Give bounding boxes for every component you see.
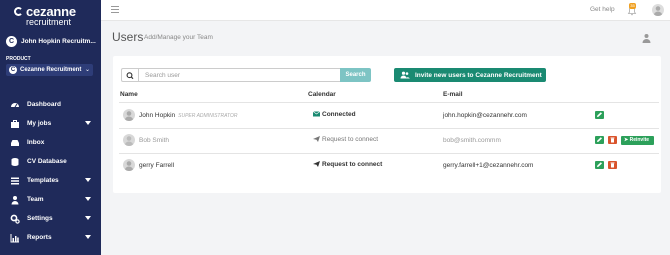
sidebar: cezanne recruitment C John Hopkin Recrui… bbox=[0, 0, 101, 255]
table-row: Bob Smith Request to connect bob@smith.c… bbox=[113, 128, 661, 153]
sidebar-item-dashboard[interactable]: Dashboard bbox=[0, 96, 101, 115]
invite-users-label: Invite new users to Cezanne Recruitment bbox=[415, 71, 542, 79]
calendar-status[interactable]: Request to connect bbox=[313, 161, 382, 168]
chevron-down-icon bbox=[85, 197, 91, 201]
edit-button[interactable] bbox=[595, 136, 604, 144]
sidebar-item-label: Settings bbox=[27, 215, 53, 222]
chevron-down-icon bbox=[85, 178, 91, 182]
reports-icon bbox=[10, 233, 20, 243]
user-name-text: Bob Smith bbox=[139, 137, 169, 144]
user-avatar[interactable] bbox=[652, 4, 664, 16]
brand-sub: recruitment bbox=[26, 17, 72, 27]
user-name-text: gerry Farrell bbox=[139, 162, 175, 169]
notification-badge: 35 bbox=[629, 3, 636, 9]
cezanne-logo-icon bbox=[14, 7, 23, 16]
calendar-status: Connected bbox=[312, 111, 356, 118]
chevron-down-icon bbox=[85, 235, 91, 239]
get-help-link[interactable]: Get help bbox=[590, 6, 615, 13]
sidebar-item-label: Team bbox=[27, 196, 44, 203]
user-name: gerry Farrell bbox=[139, 162, 174, 169]
sidebar-nav: Dashboard My jobs Inbox CV Database Temp… bbox=[0, 96, 101, 248]
chevron-down-icon: ⌄ bbox=[84, 67, 90, 73]
sidebar-item-label: CV Database bbox=[27, 158, 67, 165]
user-profile-icon[interactable] bbox=[642, 33, 651, 43]
user-email: gerry.farrell+1@cezannehr.com bbox=[443, 162, 534, 169]
reinvite-label: Reinvite bbox=[629, 136, 650, 143]
sidebar-item-cv-database[interactable]: CV Database bbox=[0, 153, 101, 172]
edit-button[interactable] bbox=[595, 111, 604, 119]
calendar-status-text: Request to connect bbox=[322, 136, 379, 143]
edit-button[interactable] bbox=[595, 161, 604, 169]
search-box: Search bbox=[121, 68, 379, 82]
user-email: bob@smith.commm bbox=[443, 137, 501, 144]
brand-logo[interactable]: cezanne recruitment bbox=[14, 4, 94, 28]
column-header-name: Name bbox=[120, 91, 138, 98]
user-name-text: John Hopkin bbox=[139, 112, 176, 119]
product-select-value: Cezanne Recruitment bbox=[20, 66, 82, 73]
sidebar-item-label: My jobs bbox=[27, 120, 52, 127]
paper-plane-icon bbox=[313, 136, 320, 142]
user-role: SUPER ADMINISTRATOR bbox=[178, 113, 238, 119]
product-label: PRODUCT bbox=[6, 56, 31, 62]
delete-button[interactable] bbox=[608, 161, 617, 169]
sidebar-item-label: Inbox bbox=[27, 139, 45, 146]
sidebar-item-settings[interactable]: Settings bbox=[0, 210, 101, 229]
page-title: Users bbox=[112, 30, 144, 44]
sidebar-item-inbox[interactable]: Inbox bbox=[0, 134, 101, 153]
paper-plane-icon: ➤ bbox=[624, 136, 629, 143]
user-name: Bob Smith bbox=[139, 137, 169, 144]
chevron-down-icon bbox=[85, 121, 91, 125]
avatar bbox=[123, 109, 135, 121]
product-select[interactable]: C Cezanne Recruitment ⌄ bbox=[6, 64, 93, 76]
company-logo-icon: C bbox=[6, 36, 17, 47]
sidebar-item-label: Templates bbox=[27, 177, 59, 184]
calendar-status-text: Request to connect bbox=[322, 161, 383, 168]
dashboard-icon bbox=[10, 100, 20, 110]
users-icon bbox=[400, 71, 410, 79]
company-switcher[interactable]: C John Hopkin Recruitm... bbox=[6, 36, 98, 48]
invite-users-button[interactable]: Invite new users to Cezanne Recruitment bbox=[394, 68, 546, 82]
sidebar-item-label: Dashboard bbox=[27, 101, 61, 108]
sidebar-item-my-jobs[interactable]: My jobs bbox=[0, 115, 101, 134]
hamburger-menu-icon[interactable] bbox=[111, 6, 119, 13]
envelope-icon bbox=[312, 111, 321, 117]
templates-icon bbox=[10, 176, 20, 186]
search-input[interactable] bbox=[138, 68, 341, 82]
column-header-email: E-mail bbox=[443, 91, 463, 98]
paper-plane-icon bbox=[313, 161, 320, 167]
sidebar-item-templates[interactable]: Templates bbox=[0, 172, 101, 191]
inbox-icon bbox=[10, 138, 20, 148]
reinvite-button[interactable]: ➤ Reinvite bbox=[621, 135, 654, 145]
column-header-calendar: Calendar bbox=[308, 91, 336, 98]
user-email: john.hopkin@cezannehr.com bbox=[443, 112, 527, 119]
settings-icon bbox=[10, 214, 20, 224]
briefcase-icon bbox=[10, 119, 20, 129]
sidebar-item-team[interactable]: Team bbox=[0, 191, 101, 210]
team-icon bbox=[10, 195, 20, 205]
search-button[interactable]: Search bbox=[340, 68, 371, 82]
product-logo-icon: C bbox=[9, 66, 17, 74]
sidebar-item-label: Reports bbox=[27, 234, 52, 241]
table-row: gerry Farrell Request to connect gerry.f… bbox=[113, 153, 661, 178]
delete-button[interactable] bbox=[608, 136, 617, 144]
chevron-down-icon bbox=[85, 216, 91, 220]
users-card: Search Invite new users to Cezanne Recru… bbox=[113, 56, 661, 193]
search-icon bbox=[121, 68, 138, 82]
sidebar-item-reports[interactable]: Reports bbox=[0, 229, 101, 248]
calendar-status[interactable]: Request to connect bbox=[313, 136, 378, 143]
user-name: John Hopkin SUPER ADMINISTRATOR bbox=[139, 112, 238, 119]
page-subtitle: Add/Manage your Team bbox=[144, 34, 213, 41]
company-name: John Hopkin Recruitm... bbox=[21, 38, 96, 45]
avatar bbox=[123, 159, 135, 171]
top-bar: Get help 35 bbox=[101, 0, 670, 21]
avatar bbox=[123, 134, 135, 146]
database-icon bbox=[10, 157, 20, 167]
calendar-status-text: Connected bbox=[322, 111, 356, 118]
table-row: John Hopkin SUPER ADMINISTRATOR Connected… bbox=[113, 103, 661, 128]
